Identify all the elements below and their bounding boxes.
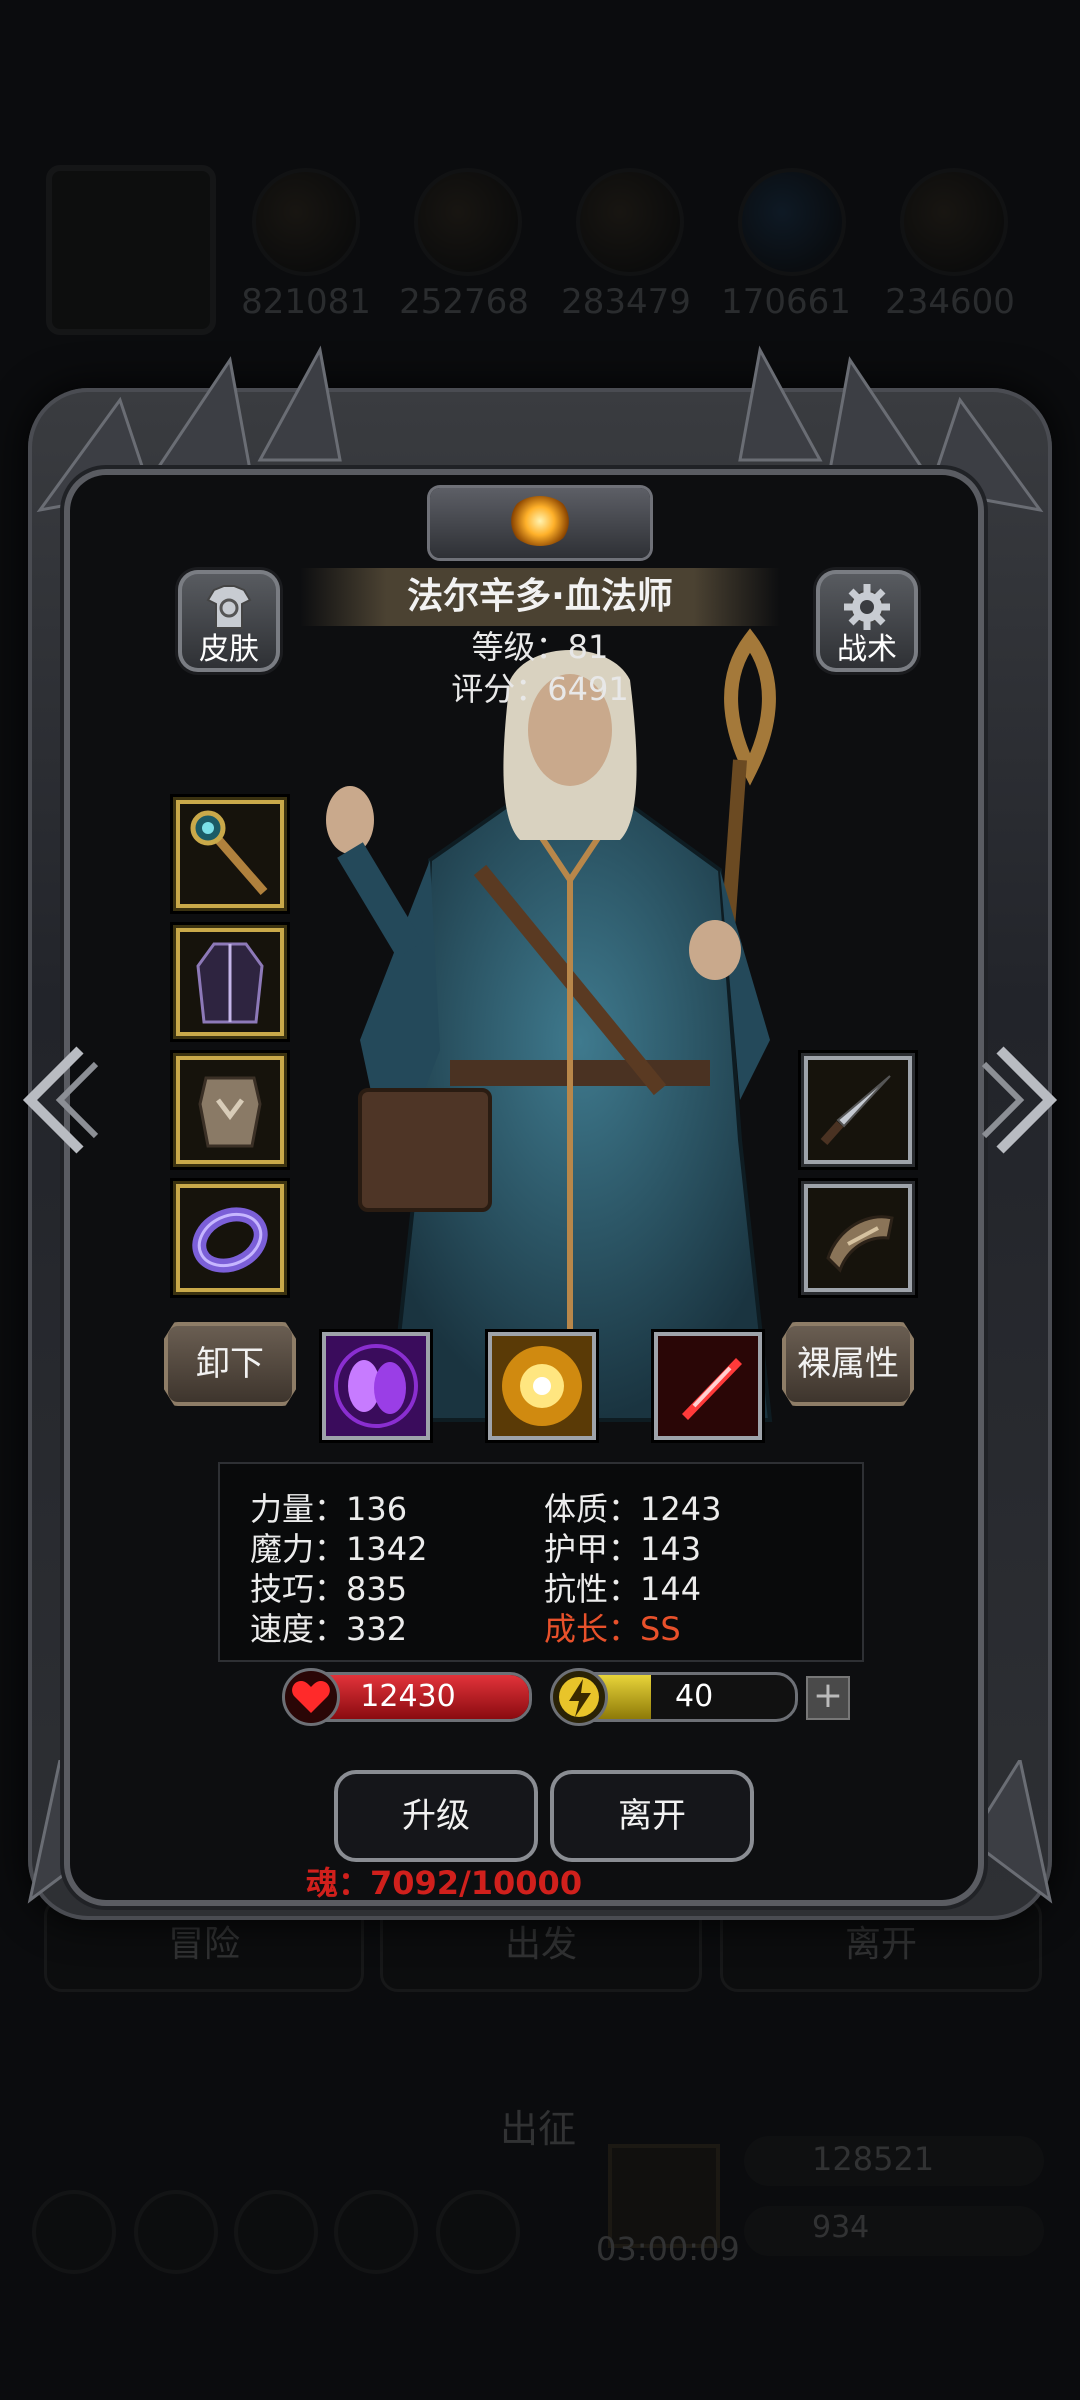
- stat-growth: 成长：SS: [544, 1610, 681, 1648]
- light-burst-skill-icon: [492, 1336, 592, 1436]
- gem-bar: [744, 2206, 1044, 2256]
- hero-portrait: [326, 628, 776, 1422]
- next-hero-arrow-icon[interactable]: [980, 1040, 1070, 1160]
- previous-hero-arrow-icon[interactable]: [10, 1040, 100, 1160]
- soul-counter: 魂：7092/10000: [306, 1864, 583, 1902]
- resource-icon-5: [900, 168, 1008, 276]
- skill-slot-1[interactable]: [322, 1332, 430, 1440]
- ring-icon: [192, 1207, 268, 1273]
- skill-slot-3[interactable]: [654, 1332, 762, 1440]
- expedition-title: 出征: [500, 2107, 577, 2151]
- equip-slot-ring[interactable]: [176, 1184, 284, 1292]
- gold-value: 128521: [812, 2140, 935, 2178]
- robe-icon: [196, 942, 264, 1024]
- bottom-icon-1: [32, 2190, 116, 2274]
- bottom-icon-5: [436, 2190, 520, 2274]
- resource-icon-4: [738, 168, 846, 276]
- equip-slot-robe[interactable]: [176, 928, 284, 1036]
- resource-value-1: 821081: [241, 282, 371, 322]
- bracer-icon: [826, 1215, 894, 1273]
- dagger-icon: [820, 1075, 891, 1145]
- hero-score: 评分：6491: [451, 670, 629, 708]
- skin-button[interactable]: 皮肤: [178, 570, 280, 672]
- player-portrait: [46, 165, 216, 335]
- resource-value-3: 283479: [561, 282, 691, 322]
- lightning-icon: [550, 1668, 608, 1726]
- equip-slot-bracer[interactable]: [804, 1184, 912, 1292]
- armor-icon: [198, 1076, 262, 1148]
- resource-icon-1: [252, 168, 360, 276]
- moon-orb-icon: [508, 496, 572, 546]
- upgrade-button[interactable]: 升级: [334, 1770, 538, 1862]
- base-attributes-button[interactable]: 裸属性: [782, 1322, 914, 1406]
- equip-slot-armor[interactable]: [176, 1056, 284, 1164]
- red-slash-skill-icon: [658, 1336, 758, 1436]
- bottom-icon-2: [134, 2190, 218, 2274]
- shadow-skill-icon: [326, 1336, 426, 1436]
- bottom-icon-3: [234, 2190, 318, 2274]
- resource-value-4: 170661: [721, 282, 851, 322]
- leave-button[interactable]: 离开: [550, 1770, 754, 1862]
- equip-slot-dagger[interactable]: [804, 1056, 912, 1164]
- resource-value-2: 252768: [399, 282, 529, 322]
- resource-icon-2: [414, 168, 522, 276]
- hero-level: 等级：81: [471, 628, 609, 666]
- hero-name: 法尔辛多·血法师: [300, 568, 780, 626]
- tactics-button[interactable]: 战术: [816, 570, 918, 672]
- add-energy-button[interactable]: +: [806, 1676, 850, 1720]
- bottom-icon-4: [334, 2190, 418, 2274]
- tactics-button-label: 战术: [837, 632, 897, 667]
- energy-value: 40: [675, 1679, 714, 1714]
- skill-slot-2[interactable]: [488, 1332, 596, 1440]
- heart-icon: [282, 1668, 340, 1726]
- unequip-button[interactable]: 卸下: [164, 1322, 296, 1406]
- stat-speed: 速度：332: [250, 1610, 408, 1648]
- gem-value: 934: [812, 2210, 870, 2245]
- equip-slot-weapon[interactable]: [176, 800, 284, 908]
- resource-value-5: 234600: [885, 282, 1015, 322]
- staff-icon: [190, 810, 268, 895]
- skin-button-label: 皮肤: [199, 632, 259, 667]
- resource-icon-3: [576, 168, 684, 276]
- gift-timer: 03:00:09: [596, 2230, 740, 2268]
